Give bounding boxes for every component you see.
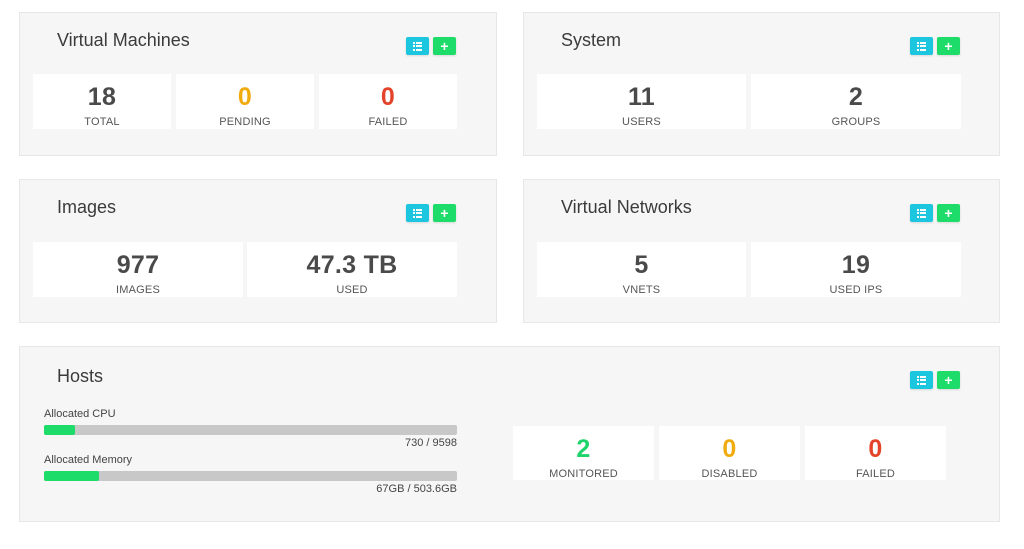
cpu-progress-bar xyxy=(44,425,457,435)
stat-value: 0 xyxy=(237,83,253,111)
list-button[interactable] xyxy=(406,37,429,55)
memory-progress-fill xyxy=(44,471,99,481)
add-button[interactable]: + xyxy=(937,371,960,389)
list-icon xyxy=(412,208,423,218)
memory-label: Allocated Memory xyxy=(44,454,133,466)
stat-images[interactable]: 977 IMAGES xyxy=(33,242,243,297)
hosts-panel: Hosts + Allocated CPU 730 / 9598 Allocat… xyxy=(19,346,1000,522)
list-button[interactable] xyxy=(910,371,933,389)
stat-value: 11 xyxy=(627,83,656,111)
stat-value: 0 xyxy=(380,83,396,111)
stat-total[interactable]: 18 TOTAL xyxy=(33,74,171,129)
stat-label: FAILED xyxy=(855,468,896,480)
panel-title: Images xyxy=(57,197,117,217)
list-icon xyxy=(412,41,423,51)
plus-icon: + xyxy=(944,38,953,54)
panel-actions: + xyxy=(910,371,960,389)
stat-label: IMAGES xyxy=(116,284,160,296)
list-button[interactable] xyxy=(910,204,933,222)
stat-value: 5 xyxy=(634,251,649,279)
stat-value: 2 xyxy=(576,435,591,463)
system-panel: System + 11 USERS 2 GROUPS xyxy=(523,12,1000,156)
stat-value: 2 xyxy=(848,83,864,111)
panel-title: Virtual Machines xyxy=(57,30,190,50)
stat-failed[interactable]: 0 FAILED xyxy=(319,74,457,129)
stat-label: USERS xyxy=(622,116,661,128)
stat-used-ips[interactable]: 19 USED IPS xyxy=(751,242,961,297)
plus-icon: + xyxy=(944,205,953,221)
stat-label: MONITORED xyxy=(549,468,618,480)
stat-users[interactable]: 11 USERS xyxy=(537,74,746,129)
stat-value: 0 xyxy=(722,435,737,463)
stat-value: 47.3 TB xyxy=(306,251,398,279)
cpu-progress-fill xyxy=(44,425,76,435)
memory-usage-text: 67GB / 503.6GB xyxy=(376,483,457,495)
virtual-networks-panel: Virtual Networks + 5 VNETS 19 USED IPS xyxy=(523,179,1000,323)
stat-label: PENDING xyxy=(219,116,271,128)
plus-icon: + xyxy=(944,372,953,388)
cpu-usage-text: 730 / 9598 xyxy=(405,437,457,449)
virtual-machines-panel: Virtual Machines + 18 TOTAL 0 PENDING 0 … xyxy=(19,12,497,156)
stat-value: 19 xyxy=(841,251,871,279)
stat-used[interactable]: 47.3 TB USED xyxy=(247,242,457,297)
panel-actions: + xyxy=(406,204,456,222)
panel-actions: + xyxy=(910,37,960,55)
stat-groups[interactable]: 2 GROUPS xyxy=(751,74,961,129)
stat-value: 977 xyxy=(116,251,160,279)
stat-label: GROUPS xyxy=(831,116,881,128)
panel-actions: + xyxy=(910,204,960,222)
stat-label: USED xyxy=(336,284,368,296)
panel-title: Hosts xyxy=(57,366,104,386)
stat-value: 18 xyxy=(87,83,117,111)
images-panel: Images + 977 IMAGES 47.3 TB USED xyxy=(19,179,497,323)
plus-icon: + xyxy=(440,205,449,221)
stat-label: DISABLED xyxy=(701,468,758,480)
panel-actions: + xyxy=(406,37,456,55)
stat-monitored[interactable]: 2 MONITORED xyxy=(513,426,654,480)
list-button[interactable] xyxy=(406,204,429,222)
stat-label: USED IPS xyxy=(829,284,883,296)
add-button[interactable]: + xyxy=(937,37,960,55)
panel-title: System xyxy=(561,30,622,50)
stat-value: 0 xyxy=(868,435,883,463)
stat-failed[interactable]: 0 FAILED xyxy=(805,426,946,480)
list-icon xyxy=(916,41,927,51)
stat-label: VNETS xyxy=(622,284,661,296)
stat-label: FAILED xyxy=(368,116,408,128)
list-button[interactable] xyxy=(910,37,933,55)
stat-label: TOTAL xyxy=(84,116,120,128)
add-button[interactable]: + xyxy=(937,204,960,222)
add-button[interactable]: + xyxy=(433,37,456,55)
plus-icon: + xyxy=(440,38,449,54)
add-button[interactable]: + xyxy=(433,204,456,222)
panel-title: Virtual Networks xyxy=(561,197,692,217)
stat-vnets[interactable]: 5 VNETS xyxy=(537,242,746,297)
cpu-label: Allocated CPU xyxy=(44,408,116,420)
stat-disabled[interactable]: 0 DISABLED xyxy=(659,426,800,480)
list-icon xyxy=(916,208,927,218)
list-icon xyxy=(916,375,927,385)
stat-pending[interactable]: 0 PENDING xyxy=(176,74,314,129)
memory-progress-bar xyxy=(44,471,457,481)
